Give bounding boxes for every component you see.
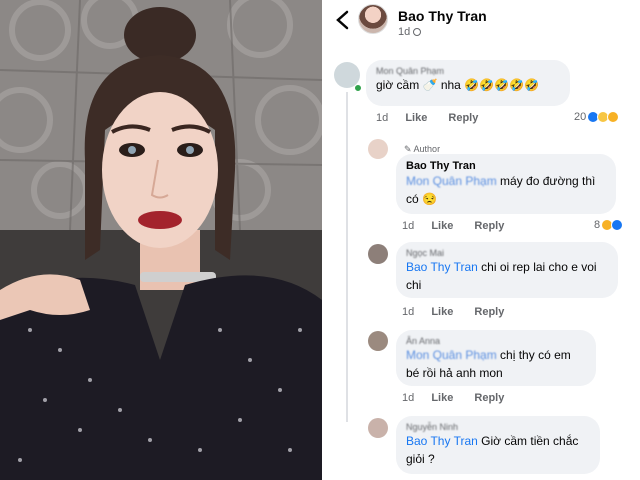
comment-bubble: Bao Thy Tran Mon Quân Phạm máy đo đường … [396,154,616,214]
comment-text: Mon Quân Phạm chị thy có em bé rồi hả an… [406,346,586,382]
comment-bubble: Mon Quân Phạm giờ cầm 🍼 nha 🤣🤣🤣🤣🤣 [366,60,570,106]
comment-actions: 1d Like Reply [402,306,522,318]
like-button[interactable]: Like [431,220,453,232]
reaction-count[interactable]: 20 [574,111,620,123]
comment-text: giờ cầm 🍼 nha 🤣🤣🤣🤣🤣 [376,78,539,92]
comment-time: 1d [376,112,389,124]
like-button[interactable]: Like [431,306,453,318]
comment-actions: 1d Like Reply [376,112,496,124]
commenter-name[interactable]: Mon Quân Phạm [376,66,560,76]
author-reply-avatar[interactable] [368,139,388,159]
comment-text: Bao Thy Tran chi oi rep lai cho e voi ch… [406,258,608,294]
online-status-dot [354,84,362,92]
commenter-name[interactable]: Ân Anna [406,336,586,346]
reply-button[interactable]: Reply [474,392,504,404]
comment-bubble: Ngọc Mai Bao Thy Tran chi oi rep lai cho… [396,242,618,298]
mention-link[interactable]: Mon Quân Phạm [406,174,497,188]
commenter-avatar[interactable] [368,418,388,438]
post-header: Bao Thy Tran 1d [322,0,640,44]
reaction-number: 8 [594,219,601,231]
like-reaction-icon [611,219,624,231]
reaction-count[interactable]: 8 [594,219,624,231]
comment-actions: 1d Like Reply [402,220,522,232]
like-button[interactable]: Like [405,112,427,124]
mention-link[interactable]: Mon Quân Phạm [406,348,497,362]
commenter-avatar[interactable] [368,244,388,264]
comment-bubble: Ân Anna Mon Quân Phạm chị thy có em bé r… [396,330,596,386]
author-name[interactable]: Bao Thy Tran [398,8,487,24]
globe-icon [413,28,422,36]
back-arrow-icon[interactable] [332,8,354,32]
reply-button[interactable]: Reply [448,112,478,124]
comment-time: 1d [402,392,415,404]
reply-button[interactable]: Reply [474,306,504,318]
comments-panel: Bao Thy Tran 1d Mon Quân Phạm giờ cầm 🍼 … [322,0,640,480]
post-time: 1d [398,26,422,38]
comment-time: 1d [402,306,415,318]
post-time-text: 1d [398,26,411,38]
comment-text: Mon Quân Phạm máy đo đường thì có 😒 [406,172,606,208]
mention-link[interactable]: Bao Thy Tran [406,260,478,274]
commenter-avatar[interactable] [368,331,388,351]
woman-selfie-image [0,0,322,480]
author-avatar[interactable] [358,4,388,34]
reply-button[interactable]: Reply [474,220,504,232]
commenter-name[interactable]: Nguyễn Ninh [406,422,590,432]
author-badge-label: Author [413,144,441,154]
like-button[interactable]: Like [431,392,453,404]
comment-time: 1d [402,220,415,232]
comment-bubble: Nguyễn Ninh Bao Thy Tran Giờ cầm tiền ch… [396,416,600,474]
comment-text: Bao Thy Tran Giờ cầm tiền chắc giỏi ? [406,432,590,468]
commenter-name[interactable]: Bao Thy Tran [406,160,606,172]
wow-reaction-icon [607,111,620,123]
mention-link[interactable]: Bao Thy Tran [406,434,478,448]
thread-line [346,92,348,422]
comment-actions: 1d Like Reply [402,392,522,404]
post-photo[interactable] [0,0,322,480]
commenter-name[interactable]: Ngọc Mai [406,248,608,258]
reaction-number: 20 [574,111,587,123]
